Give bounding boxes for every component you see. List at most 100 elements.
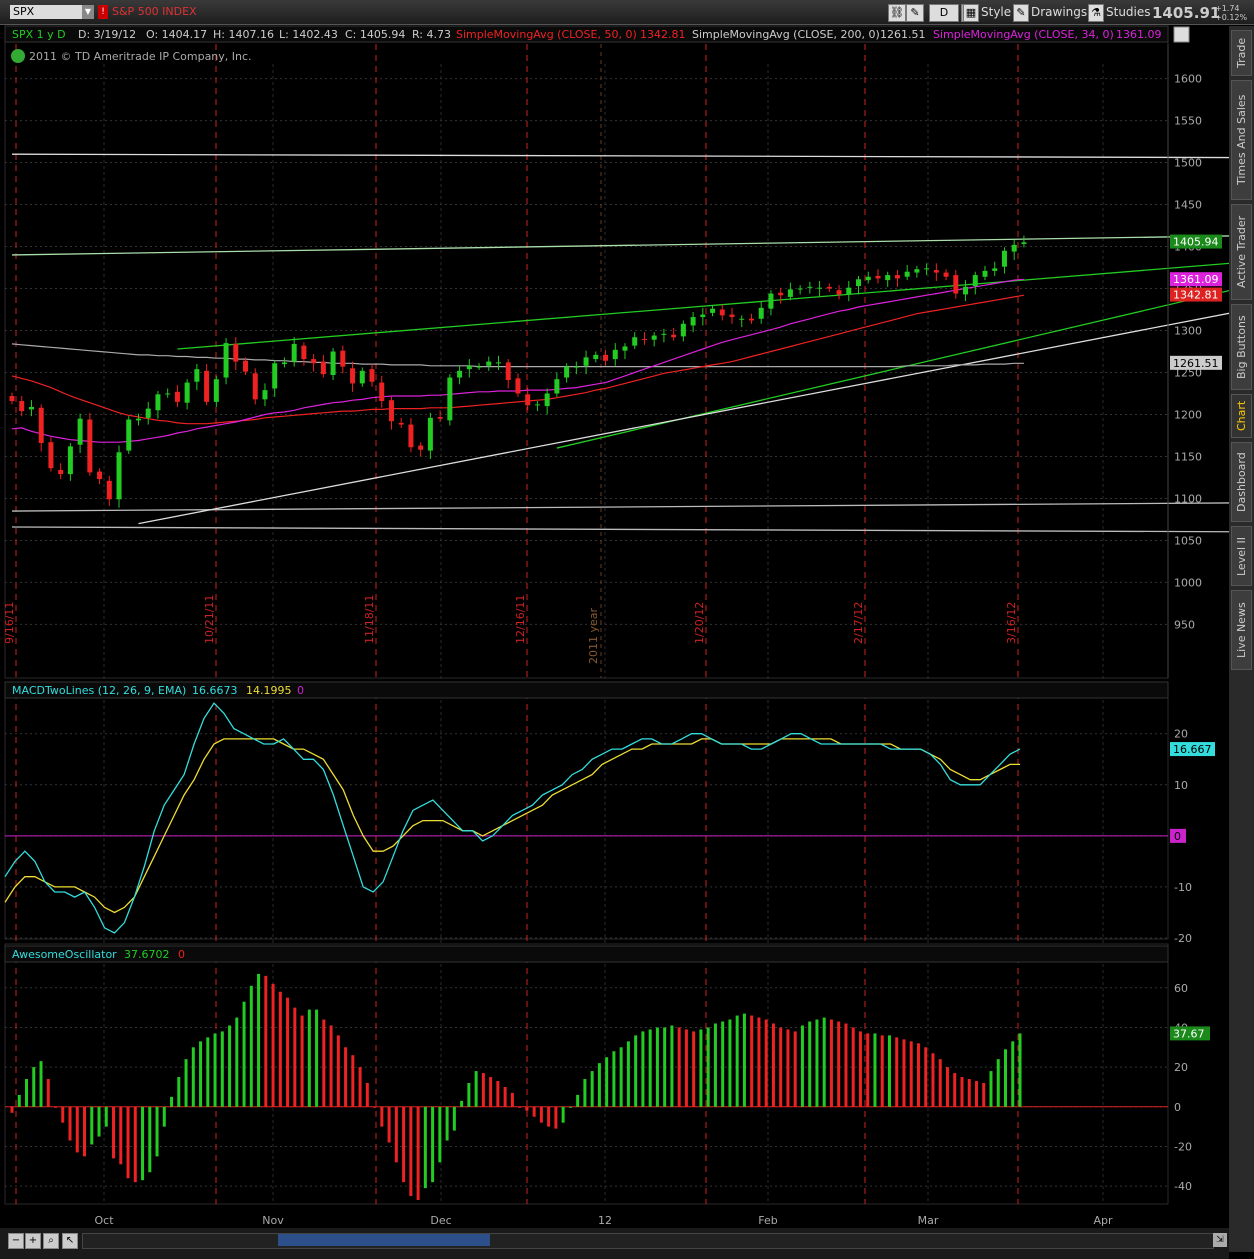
candle-body (1011, 244, 1017, 252)
ao-bar (764, 1019, 768, 1107)
price-tick-label: 1200 (1174, 408, 1202, 421)
studies-icon[interactable]: ⚗ (1088, 4, 1104, 22)
ao-bar (960, 1077, 964, 1107)
price-tick-label: 1000 (1174, 576, 1202, 589)
ao-bar (895, 1037, 899, 1107)
candle-body (476, 366, 482, 368)
candle-body (700, 314, 706, 318)
ao-bar (133, 1106, 137, 1183)
candle-body (126, 419, 132, 451)
candle-body (38, 407, 44, 444)
candle-body (243, 360, 249, 372)
date-marker-label: 2/17/12 (852, 602, 865, 644)
macd-avg: 14.1995 (246, 684, 292, 697)
ao-bar (445, 1106, 449, 1141)
ao-bar (452, 1106, 456, 1131)
magnifier-icon[interactable]: ⌕ (43, 1233, 59, 1249)
candle-body (184, 382, 190, 403)
chart-type-icon[interactable] (1173, 26, 1190, 43)
style-button[interactable]: Style (981, 5, 1011, 19)
ao-bar (648, 1029, 652, 1107)
candle-body (817, 287, 823, 289)
candle-body (564, 366, 570, 378)
symbol-input[interactable]: SPX (10, 5, 83, 19)
scrollbar-thumb[interactable] (278, 1234, 490, 1246)
candle-body (165, 393, 171, 395)
month-label: 12 (598, 1214, 612, 1227)
candle-body (875, 275, 881, 279)
candle-body (573, 366, 579, 368)
ao-bar (677, 1027, 681, 1107)
pointer-icon[interactable]: ↖ (62, 1233, 78, 1249)
macd-tick-label: 10 (1174, 779, 1188, 792)
ao-bar (496, 1081, 500, 1107)
sma34-value: 1361.09 (1116, 28, 1162, 41)
ao-bar (242, 1001, 246, 1107)
zoom-in-icon[interactable]: + (25, 1233, 41, 1249)
tab-level-ii[interactable]: Level II (1231, 526, 1252, 586)
change-pct: +0.12% (1215, 13, 1248, 22)
ao-bar (539, 1106, 543, 1123)
ao-bar (300, 1015, 304, 1107)
tab-trade[interactable]: Trade (1231, 30, 1252, 76)
candle-body (846, 287, 852, 295)
price-tick-label: 1450 (1174, 199, 1202, 212)
candle-body (418, 445, 424, 450)
ao-bar (938, 1059, 942, 1107)
tab-chart[interactable]: Chart (1231, 394, 1252, 438)
candle-body (388, 400, 394, 422)
link-icon[interactable]: ⛓ (888, 4, 906, 22)
style-icon[interactable]: ▦ (963, 4, 979, 22)
year-marker-label: 2011 year (587, 607, 600, 664)
tab-active-trader[interactable]: Active Trader (1231, 204, 1252, 300)
ao-bar (402, 1106, 406, 1183)
candle-body (28, 406, 34, 410)
ao-bar (619, 1047, 623, 1107)
ao-bar (112, 1106, 116, 1159)
date-marker-label: 12/16/11 (514, 595, 527, 644)
ao-bar (1018, 1033, 1022, 1107)
info-icon[interactable] (11, 49, 25, 63)
ao-bar (271, 983, 275, 1107)
ao-bar (235, 1017, 239, 1107)
crosshair-icon[interactable]: ✎ (906, 4, 924, 22)
ao-bar (808, 1021, 812, 1107)
candle-body (252, 373, 258, 400)
candle-body (671, 334, 677, 338)
studies-button[interactable]: Studies (1106, 5, 1151, 19)
candle-body (1021, 242, 1027, 245)
chevron-down-icon[interactable]: ▼ (82, 5, 94, 19)
drawings-button[interactable]: Drawings (1031, 5, 1087, 19)
time-scrollbar[interactable] (82, 1233, 1214, 1249)
chart-area[interactable]: Oct Nov Dec 12 Feb Mar Apr 9/16/11 10/21/11 11/18… (0, 24, 1229, 1252)
candle-body (710, 308, 716, 313)
candle-body (145, 408, 151, 418)
macd-zero-flag: 0 (1174, 830, 1181, 843)
ao-bar (17, 1094, 21, 1107)
macd-flag-label: 16.667 (1173, 743, 1212, 756)
date-marker-label: 11/18/11 (363, 595, 376, 644)
tab-dashboard[interactable]: Dashboard (1231, 442, 1252, 522)
ao-bar (822, 1017, 826, 1107)
header-symbol: SPX 1 y D (12, 28, 66, 41)
ao-bar (655, 1027, 659, 1107)
expand-icon[interactable]: ⇲ (1213, 1233, 1227, 1247)
ao-label: AwesomeOscillator (12, 948, 117, 961)
ao-flag-label: 37.67 (1173, 1027, 1205, 1040)
pencil-icon[interactable]: ✎ (1013, 4, 1029, 22)
candle-body (768, 293, 774, 309)
tab-live-news[interactable]: Live News (1231, 590, 1252, 670)
zoom-out-icon[interactable]: − (8, 1233, 24, 1249)
candle-body (856, 279, 862, 287)
candle-body (48, 442, 54, 469)
candle-body (612, 349, 618, 360)
ao-bar (336, 1035, 340, 1107)
ao-bar (793, 1031, 797, 1107)
tab-big-buttons[interactable]: Big Buttons (1231, 304, 1252, 390)
candle-body (603, 354, 609, 361)
period-button[interactable]: D (929, 4, 959, 22)
macd-tick-label: -20 (1174, 932, 1192, 945)
ao-bar (851, 1027, 855, 1107)
candle-body (924, 268, 930, 270)
tab-times-and-sales[interactable]: Times And Sales (1231, 80, 1252, 200)
